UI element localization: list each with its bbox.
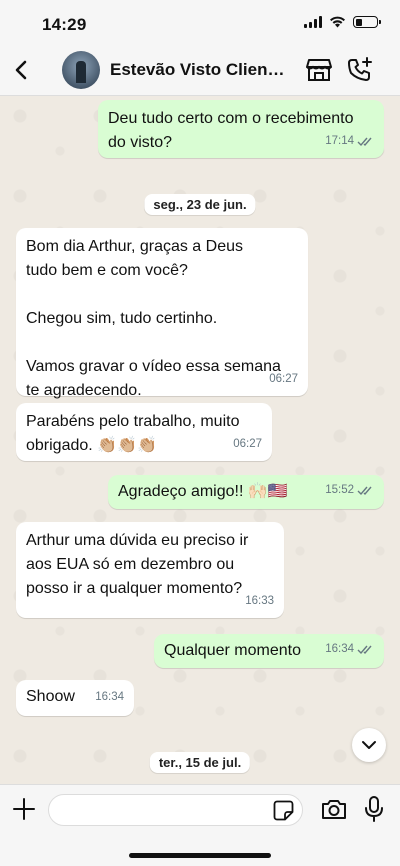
sticker-icon[interactable] xyxy=(273,800,294,821)
chevron-down-icon xyxy=(362,741,376,749)
message-bubble-outgoing[interactable]: Qualquer momento 16:34 xyxy=(154,634,384,668)
chat-area[interactable]: Deu tudo certo com o recebimento do vist… xyxy=(0,96,400,784)
back-chevron-icon[interactable] xyxy=(8,56,36,84)
message-input-wrapper[interactable] xyxy=(48,794,303,826)
message-bubble-outgoing[interactable]: Deu tudo certo com o recebimento do vist… xyxy=(98,100,384,158)
wifi-icon xyxy=(330,16,345,28)
message-text: Arthur uma dúvida eu preciso ir aos EUA … xyxy=(26,532,249,597)
message-time: 17:14 xyxy=(325,135,354,147)
message-meta: 17:14 xyxy=(325,129,374,153)
plus-icon[interactable] xyxy=(12,797,36,821)
read-ticks-icon xyxy=(357,486,372,495)
status-time: 14:29 xyxy=(42,15,87,34)
message-time: 15:52 xyxy=(325,484,354,496)
signal-icon xyxy=(304,16,322,28)
message-input[interactable] xyxy=(49,795,269,825)
message-text: Parabéns pelo trabalho, muito obrigado. … xyxy=(26,413,240,454)
message-composer xyxy=(0,784,400,866)
message-bubble-outgoing[interactable]: Agradeço amigo!! 🙌🏻🇺🇸 15:52 xyxy=(108,475,384,509)
scroll-to-bottom-button[interactable] xyxy=(352,728,386,762)
message-time: 16:34 xyxy=(95,691,124,703)
status-bar: 14:29 xyxy=(0,0,400,46)
message-meta: 16:34 xyxy=(95,685,124,709)
status-icons xyxy=(304,16,381,28)
message-meta: 16:33 xyxy=(245,589,274,613)
microphone-icon[interactable] xyxy=(364,795,384,823)
date-separator: ter., 15 de jul. xyxy=(149,752,251,773)
message-time: 06:27 xyxy=(269,373,298,385)
store-icon[interactable] xyxy=(305,57,333,83)
message-bubble-incoming[interactable]: Bom dia Arthur, graças a Deus tudo bem e… xyxy=(16,228,308,399)
message-time: 06:27 xyxy=(233,438,262,450)
date-separator: seg., 23 de jun. xyxy=(144,194,256,215)
read-ticks-icon xyxy=(357,645,372,654)
message-bubble-incoming[interactable]: Parabéns pelo trabalho, muito obrigado. … xyxy=(16,403,272,461)
message-meta: 06:27 xyxy=(269,367,298,391)
add-call-icon[interactable] xyxy=(346,56,374,84)
message-bubble-incoming[interactable]: Arthur uma dúvida eu preciso ir aos EUA … xyxy=(16,522,284,618)
chat-header: Estevão Visto Cliente... xyxy=(0,46,400,96)
avatar[interactable] xyxy=(62,51,100,89)
read-ticks-icon xyxy=(357,137,372,146)
message-bubble-incoming[interactable]: Shoow 16:34 xyxy=(16,680,134,716)
contact-name[interactable]: Estevão Visto Cliente... xyxy=(110,60,290,80)
battery-icon xyxy=(353,16,381,28)
message-text: Bom dia Arthur, graças a Deus tudo bem e… xyxy=(26,238,281,399)
home-indicator xyxy=(129,853,271,858)
message-time: 16:33 xyxy=(245,595,274,607)
message-meta: 06:27 xyxy=(233,432,262,456)
message-meta: 16:34 xyxy=(325,637,374,661)
camera-icon[interactable] xyxy=(320,797,348,821)
message-time: 16:34 xyxy=(325,643,354,655)
message-meta: 15:52 xyxy=(325,478,374,502)
